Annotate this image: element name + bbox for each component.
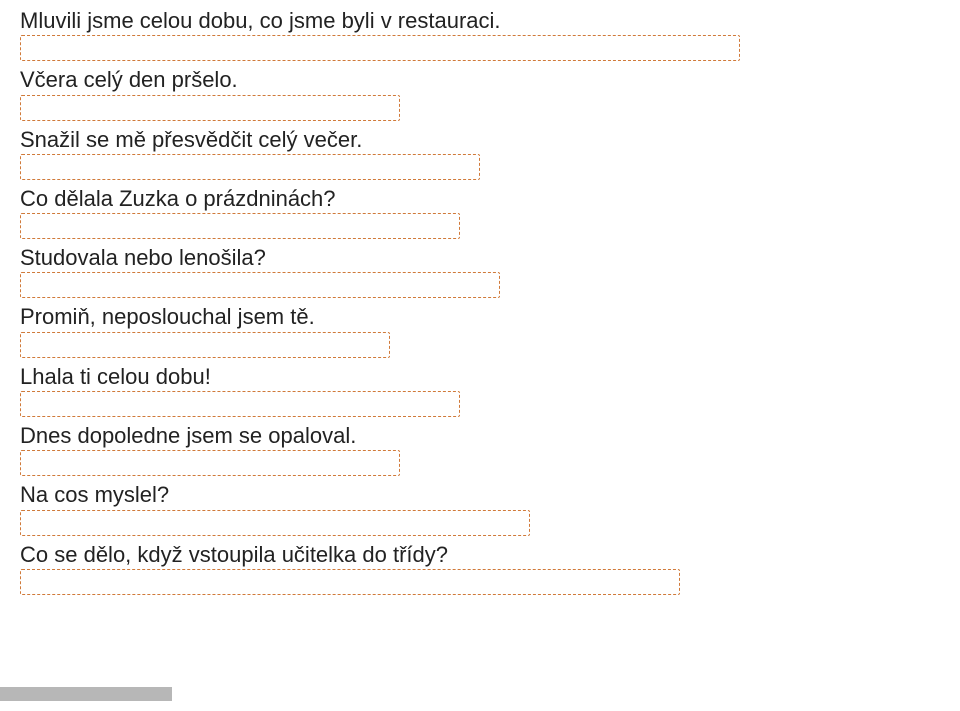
prompt-text: Co se dělo, když vstoupila učitelka do t… (20, 542, 940, 567)
prompt-text: Co dělala Zuzka o prázdninách? (20, 186, 940, 211)
exercise-item: Dnes dopoledne jsem se opaloval. (20, 423, 940, 476)
prompt-text: Lhala ti celou dobu! (20, 364, 940, 389)
exercise-item: Lhala ti celou dobu! (20, 364, 940, 417)
answer-field[interactable] (20, 272, 500, 298)
exercise-item: Promiň, neposlouchal jsem tě. (20, 304, 940, 357)
prompt-text: Snažil se mě přesvědčit celý večer. (20, 127, 940, 152)
exercise-item: Včera celý den pršelo. (20, 67, 940, 120)
answer-field[interactable] (20, 391, 460, 417)
exercise-item: Mluvili jsme celou dobu, co jsme byli v … (20, 8, 940, 61)
footer-bar (0, 679, 960, 711)
answer-field[interactable] (20, 35, 740, 61)
prompt-text: Promiň, neposlouchal jsem tě. (20, 304, 940, 329)
exercise-item: Na cos myslel? (20, 482, 940, 535)
answer-field[interactable] (20, 213, 460, 239)
exercise-item: Snažil se mě přesvědčit celý večer. (20, 127, 940, 180)
answer-field[interactable] (20, 510, 530, 536)
prompt-text: Mluvili jsme celou dobu, co jsme byli v … (20, 8, 940, 33)
exercise-item: Studovala nebo lenošila? (20, 245, 940, 298)
prompt-text: Dnes dopoledne jsem se opaloval. (20, 423, 940, 448)
prompt-text: Studovala nebo lenošila? (20, 245, 940, 270)
answer-field[interactable] (20, 569, 680, 595)
footer-stripe (0, 687, 172, 701)
answer-field[interactable] (20, 450, 400, 476)
prompt-text: Na cos myslel? (20, 482, 940, 507)
answer-field[interactable] (20, 154, 480, 180)
exercise-item: Co dělala Zuzka o prázdninách? (20, 186, 940, 239)
worksheet-page: Mluvili jsme celou dobu, co jsme byli v … (0, 0, 960, 711)
answer-field[interactable] (20, 332, 390, 358)
exercise-item: Co se dělo, když vstoupila učitelka do t… (20, 542, 940, 595)
answer-field[interactable] (20, 95, 400, 121)
prompt-text: Včera celý den pršelo. (20, 67, 940, 92)
